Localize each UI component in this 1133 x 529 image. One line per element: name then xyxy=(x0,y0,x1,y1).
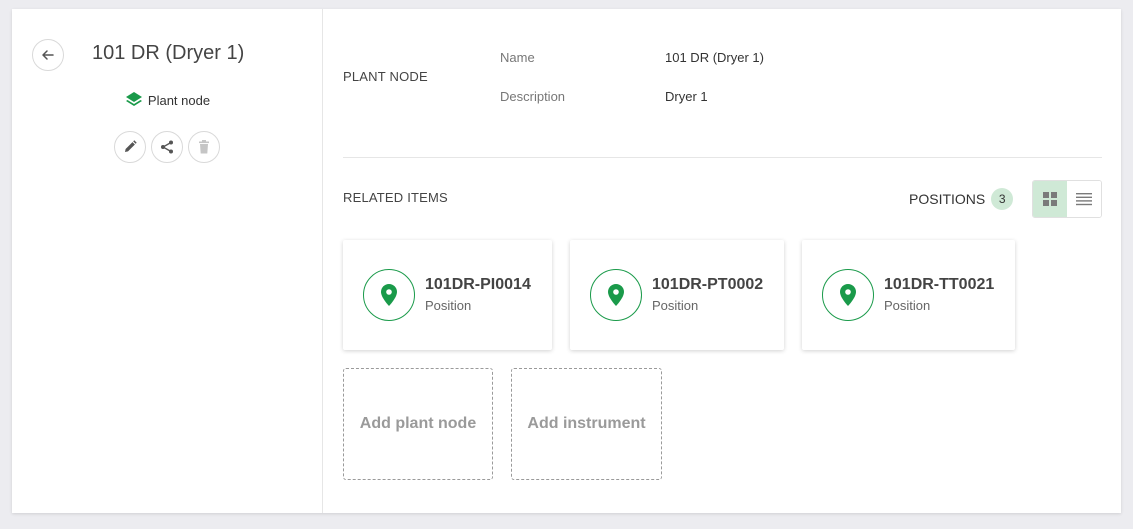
share-icon xyxy=(161,140,173,154)
position-name: 101DR-PI0014 xyxy=(425,276,531,293)
description-value: Dryer 1 xyxy=(665,89,708,104)
main-card: 101 DR (Dryer 1) Plant node PLANT NODE N… xyxy=(12,9,1121,513)
node-actions xyxy=(114,131,220,163)
left-panel: 101 DR (Dryer 1) Plant node xyxy=(12,9,323,513)
page-title: 101 DR (Dryer 1) xyxy=(92,42,245,64)
divider xyxy=(343,157,1102,158)
position-type: Position xyxy=(425,298,472,313)
positions-label: POSITIONS xyxy=(909,191,986,207)
node-type-label: Plant node xyxy=(147,92,211,108)
position-name: 101DR-PT0002 xyxy=(652,276,764,293)
pencil-icon xyxy=(125,140,137,152)
add-plant-node-button[interactable]: Add plant node xyxy=(343,368,493,480)
grid-icon xyxy=(1043,192,1057,206)
add-instrument-button[interactable]: Add instrument xyxy=(511,368,662,480)
map-pin-icon xyxy=(381,284,397,306)
share-button[interactable] xyxy=(151,131,183,163)
name-value: 101 DR (Dryer 1) xyxy=(665,50,764,65)
position-icon-circle xyxy=(363,269,415,321)
name-key: Name xyxy=(500,50,535,65)
list-view-button[interactable] xyxy=(1067,181,1101,217)
arrow-left-icon xyxy=(42,50,54,60)
position-type: Position xyxy=(652,298,699,313)
map-pin-icon xyxy=(608,284,624,306)
position-card[interactable]: 101DR-PI0014 Position xyxy=(343,240,552,350)
list-icon xyxy=(1076,193,1092,206)
edit-button[interactable] xyxy=(114,131,146,163)
position-name: 101DR-TT0021 xyxy=(884,276,995,293)
description-key: Description xyxy=(500,89,566,104)
position-card[interactable]: 101DR-TT0021 Position xyxy=(802,240,1015,350)
right-panel: PLANT NODE Name 101 DR (Dryer 1) Descrip… xyxy=(343,9,1103,513)
view-toggle xyxy=(1032,180,1102,218)
position-type: Position xyxy=(884,298,931,313)
delete-button[interactable] xyxy=(188,131,220,163)
plant-node-section-label: PLANT NODE xyxy=(343,69,428,84)
grid-view-button[interactable] xyxy=(1033,181,1067,217)
related-items-label: RELATED ITEMS xyxy=(343,190,448,205)
trash-icon xyxy=(199,140,209,154)
map-pin-icon xyxy=(840,284,856,306)
position-card[interactable]: 101DR-PT0002 Position xyxy=(570,240,784,350)
position-icon-circle xyxy=(822,269,874,321)
positions-filter[interactable]: POSITIONS 3 xyxy=(909,188,1014,210)
back-button[interactable] xyxy=(32,39,64,71)
position-icon-circle xyxy=(590,269,642,321)
layers-icon xyxy=(125,92,142,106)
positions-count-badge: 3 xyxy=(991,188,1014,210)
node-type: Plant node xyxy=(12,91,323,109)
